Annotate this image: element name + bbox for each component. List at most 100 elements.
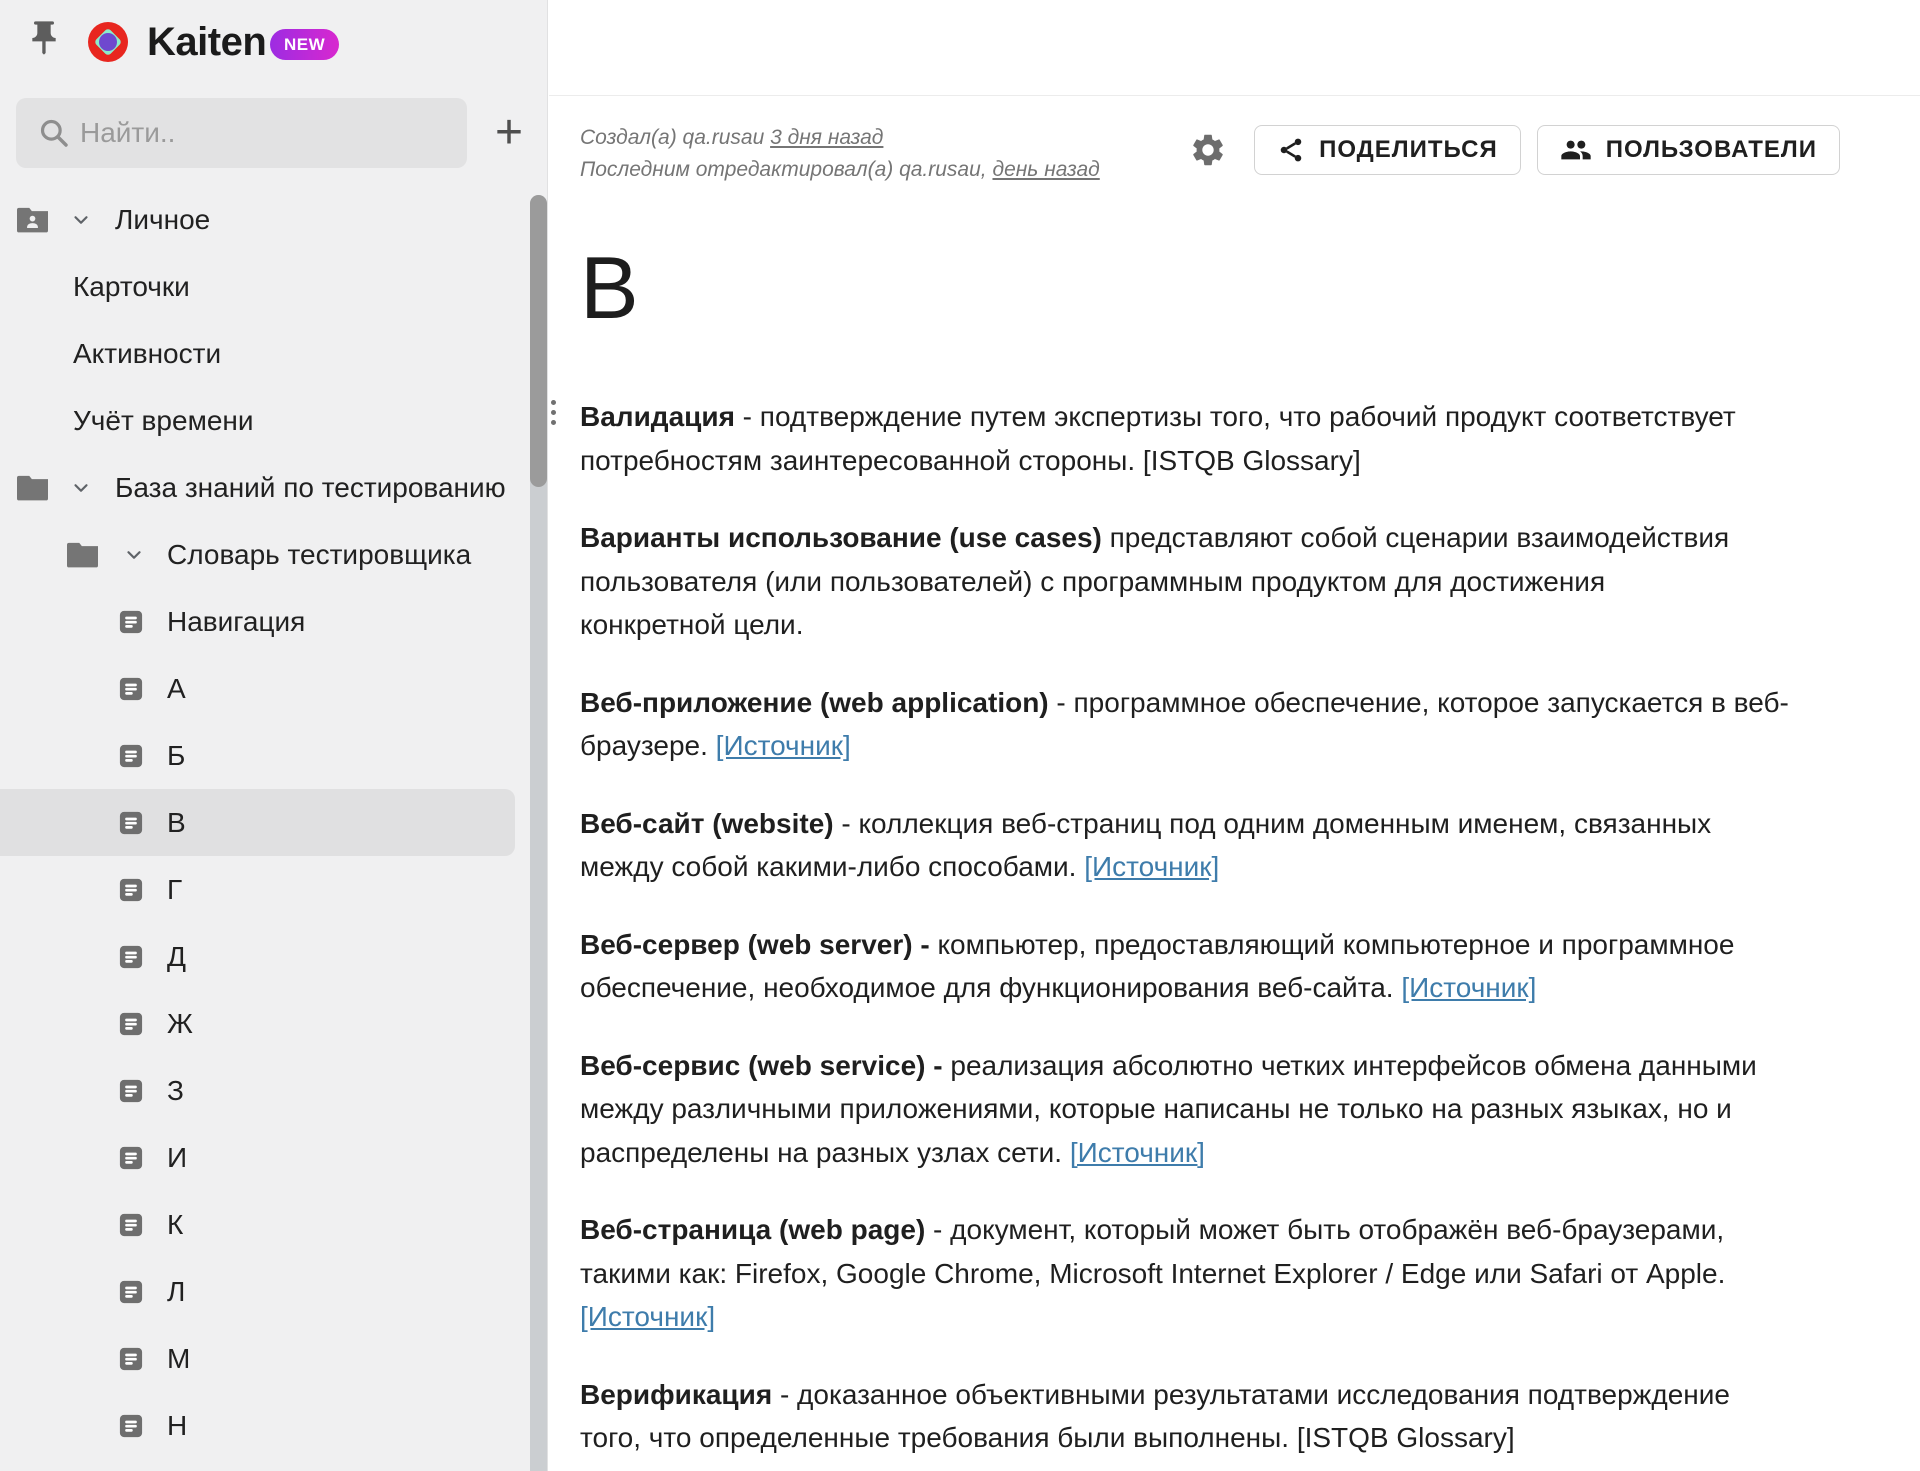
new-badge[interactable]: NEW <box>270 29 339 60</box>
edited-time-link[interactable]: день назад <box>992 158 1099 181</box>
sidebar: Kaiten NEW Найти.. + Личное Карточки Актив… <box>0 0 548 1471</box>
sidebar-item-label: База знаний по тестированию <box>115 472 506 504</box>
glossary-entry: Варианты использование (use cases) предс… <box>580 516 1920 647</box>
definition-text: - документ, который может быть отображён… <box>925 1214 1724 1245</box>
glossary-entry: Веб-страница (web page) - документ, кото… <box>580 1208 1920 1339</box>
gear-icon <box>1189 131 1227 169</box>
search-placeholder: Найти.. <box>80 117 175 149</box>
term: Верификация <box>580 1379 772 1410</box>
source-link[interactable]: [Источник] <box>716 730 851 761</box>
sidebar-item-Словарь тестировщика[interactable]: Словарь тестировщика <box>0 521 548 588</box>
sidebar-page-Навигация[interactable]: Навигация <box>0 588 548 655</box>
definition-text: распределены на разных узлах сети. <box>580 1137 1070 1168</box>
sidebar-item-label: Карточки <box>73 271 190 303</box>
search-icon <box>38 117 70 149</box>
meta-edited-text: Последним отредактировал(а) qa.rusau, <box>580 158 992 181</box>
document-icon <box>117 1211 145 1239</box>
definition-text: между собой какими-либо способами. <box>580 851 1084 882</box>
sidebar-item-База знаний по тестированию[interactable]: База знаний по тестированию <box>0 454 548 521</box>
source-link[interactable]: [Источник] <box>1070 1137 1205 1168</box>
document-icon <box>117 943 145 971</box>
settings-button[interactable] <box>1188 130 1228 170</box>
sidebar-page-Ж[interactable]: Ж <box>0 990 548 1057</box>
document-icon <box>117 809 145 837</box>
sidebar-item-label: Б <box>167 740 185 772</box>
sidebar-page-Б[interactable]: Б <box>0 722 548 789</box>
document-icon <box>117 1144 145 1172</box>
share-icon <box>1277 136 1305 164</box>
sidebar-page-К[interactable]: К <box>0 1191 548 1258</box>
sidebar-item-label: К <box>167 1209 183 1241</box>
definition-text: такими как: Firefox, Google Chrome, Micr… <box>580 1258 1725 1289</box>
sidebar-item-label: Навигация <box>167 606 305 638</box>
sidebar-item-label: Словарь тестировщика <box>167 539 471 571</box>
sidebar-item-label: Личное <box>115 204 210 236</box>
sidebar-page-В[interactable]: В <box>0 789 515 856</box>
source-link[interactable]: [Источник] <box>1401 972 1536 1003</box>
sidebar-page-Л[interactable]: Л <box>0 1258 548 1325</box>
document-icon <box>117 1412 145 1440</box>
folder-user-icon <box>17 206 48 233</box>
definition-text: конкретной цели. <box>580 609 803 640</box>
document-icon <box>117 1010 145 1038</box>
search-input[interactable]: Найти.. <box>16 98 467 168</box>
content: Создал(а) qa.rusau 3 дня назад Последним… <box>549 0 1920 1471</box>
sidebar-page-А[interactable]: А <box>0 655 548 722</box>
kaiten-logo-icon[interactable] <box>88 22 128 62</box>
add-button[interactable]: + <box>486 107 532 159</box>
document-icon <box>117 1077 145 1105</box>
document-icon <box>117 876 145 904</box>
created-time-link[interactable]: 3 дня назад <box>770 126 883 149</box>
brand-title: Kaiten <box>147 19 266 65</box>
chevron-down-icon <box>70 477 92 499</box>
meta-created: Создал(а) qa.rusau 3 дня назад <box>580 122 1100 154</box>
doc-body: Валидация - подтверждение путем эксперти… <box>549 395 1920 1460</box>
chevron-down-icon <box>123 544 145 566</box>
sidebar-item-label: Л <box>167 1276 185 1308</box>
folder-icon <box>67 541 98 568</box>
document-icon <box>117 742 145 770</box>
doc-actions: ПОДЕЛИТЬСЯ ПОЛЬЗОВАТЕЛИ <box>1188 125 1840 175</box>
pin-icon[interactable] <box>24 18 64 58</box>
source-link[interactable]: [Источник] <box>1084 851 1219 882</box>
definition-text: компьютер, предоставляющий компьютерное … <box>930 929 1735 960</box>
definition-text: - коллекция веб-страниц под одним доменн… <box>834 808 1712 839</box>
share-button[interactable]: ПОДЕЛИТЬСЯ <box>1254 125 1521 175</box>
sidebar-item-Учёт времени[interactable]: Учёт времени <box>0 387 548 454</box>
users-button[interactable]: ПОЛЬЗОВАТЕЛИ <box>1537 125 1840 175</box>
meta-edited: Последним отредактировал(а) qa.rusau, де… <box>580 154 1100 186</box>
sidebar-page-И[interactable]: И <box>0 1124 548 1191</box>
document-icon <box>117 675 145 703</box>
term: Валидация <box>580 401 735 432</box>
sidebar-item-label: А <box>167 673 186 705</box>
document-icon <box>117 608 145 636</box>
sidebar-item-label: З <box>167 1075 184 1107</box>
glossary-entry: Валидация - подтверждение путем эксперти… <box>580 395 1920 482</box>
doc-header: Создал(а) qa.rusau 3 дня назад Последним… <box>549 96 1920 186</box>
document-icon <box>117 1278 145 1306</box>
document-icon <box>117 1345 145 1373</box>
sidebar-page-З[interactable]: З <box>0 1057 548 1124</box>
users-button-label: ПОЛЬЗОВАТЕЛИ <box>1606 136 1817 164</box>
sidebar-item-label: Н <box>167 1410 187 1442</box>
sidebar-item-Карточки[interactable]: Карточки <box>0 253 548 320</box>
definition-text: - доказанное объективными результатами и… <box>772 1379 1730 1410</box>
sidebar-scrollbar-thumb[interactable] <box>530 195 547 487</box>
sidebar-page-Д[interactable]: Д <box>0 923 548 990</box>
glossary-entry: Веб-сервер (web server) - компьютер, пре… <box>580 923 1920 1010</box>
sidebar-item-label: М <box>167 1343 190 1375</box>
sidebar-item-Активности[interactable]: Активности <box>0 320 548 387</box>
term: Веб-сервер (web server) - <box>580 929 930 960</box>
sidebar-item-Личное[interactable]: Личное <box>0 186 548 253</box>
sidebar-page-Г[interactable]: Г <box>0 856 548 923</box>
sidebar-page-М[interactable]: М <box>0 1325 548 1392</box>
drag-handle-icon[interactable] <box>551 400 556 425</box>
sidebar-page-Н[interactable]: Н <box>0 1392 548 1459</box>
definition-text: обеспечение, необходимое для функциониро… <box>580 972 1401 1003</box>
term: Веб-сервис (web service) - <box>580 1050 943 1081</box>
glossary-entry: Веб-сервис (web service) - реализация аб… <box>580 1044 1920 1175</box>
term: Веб-сайт (website) <box>580 808 834 839</box>
source-link[interactable]: [Источник] <box>580 1301 715 1332</box>
sidebar-item-label: Г <box>167 874 182 906</box>
term: Веб-приложение (web application) <box>580 687 1049 718</box>
